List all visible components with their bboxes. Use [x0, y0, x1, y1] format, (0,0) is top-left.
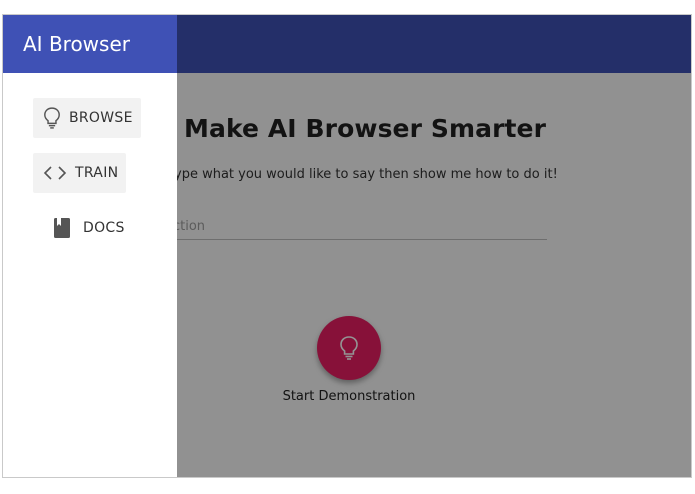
- nav-item-train[interactable]: TRAIN: [33, 153, 127, 193]
- nav-item-label: BROWSE: [69, 110, 133, 126]
- code-icon: [43, 165, 67, 181]
- app-title: AI Browser: [23, 32, 130, 56]
- nav-item-label: DOCS: [83, 220, 125, 236]
- nav-item-browse[interactable]: BROWSE: [33, 98, 141, 138]
- nav-item-label: TRAIN: [75, 165, 119, 181]
- lightbulb-icon: [43, 106, 61, 130]
- book-icon: [53, 217, 71, 239]
- browser-frame: Make AI Browser Smarter ype what you wou…: [2, 14, 692, 478]
- nav-drawer: AI Browser BROWSE TRAIN DOCS: [3, 15, 177, 477]
- drawer-header: AI Browser: [3, 15, 177, 73]
- nav-item-docs[interactable]: DOCS: [43, 208, 133, 248]
